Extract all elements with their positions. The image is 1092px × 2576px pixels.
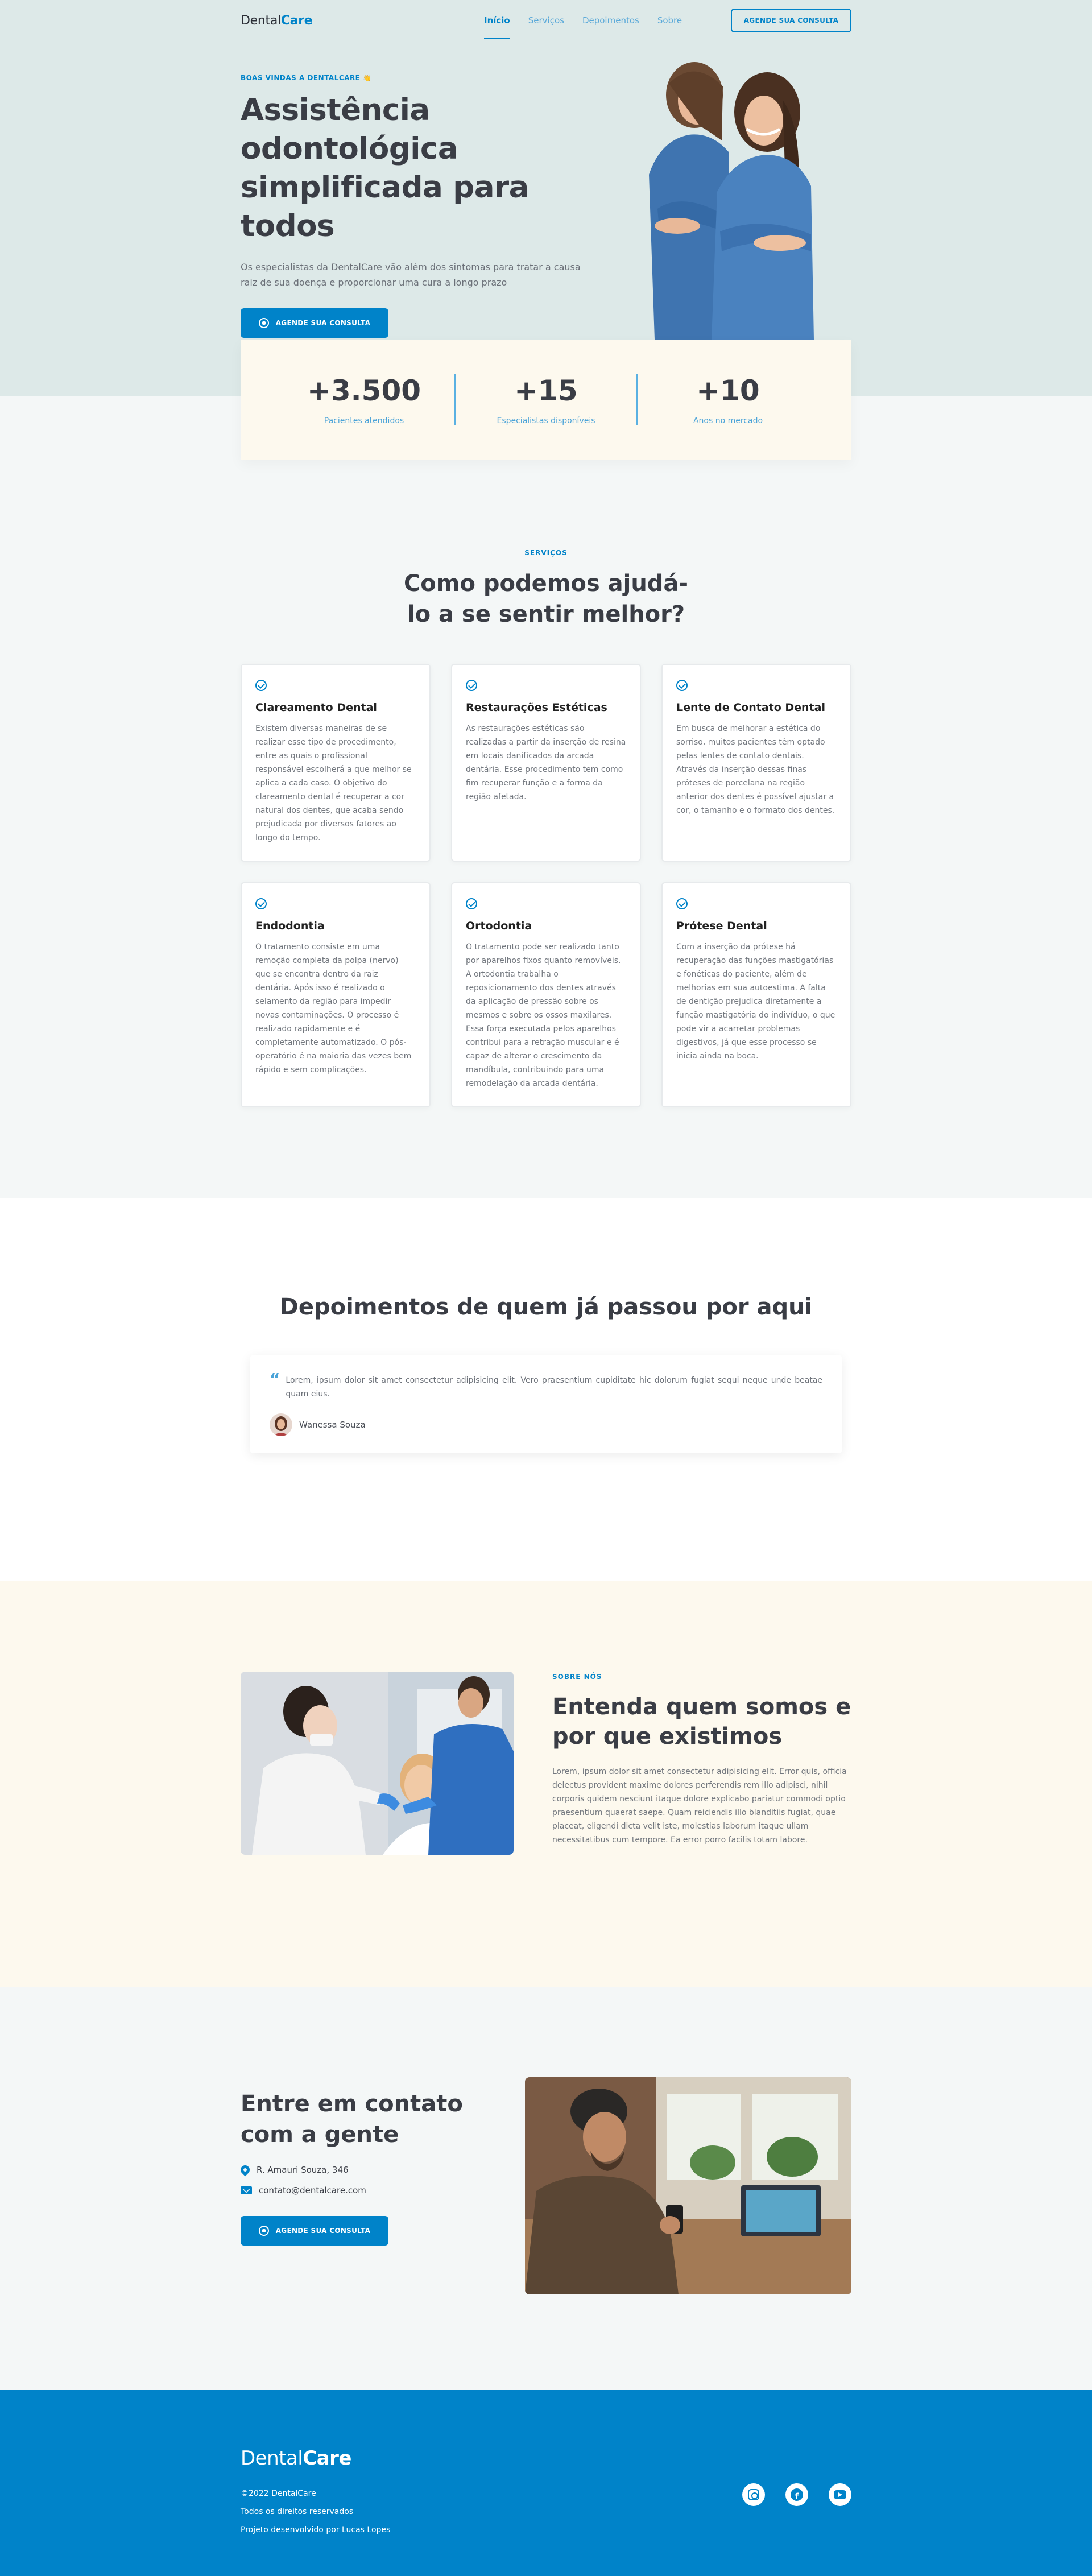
facebook-link[interactable]: f — [785, 2483, 808, 2506]
testimonial-author: Wanessa Souza — [270, 1413, 822, 1436]
footer-rights: Todos os direitos reservados — [241, 2507, 354, 2516]
hero-content: BOAS VINDAS A DENTALCARE 👋 Assistência o… — [241, 74, 605, 338]
services-title: Como podemos ajudá- lo a se sentir melho… — [403, 570, 689, 627]
service-cards-grid: Clareamento Dental Existem diversas mane… — [241, 664, 851, 1107]
contact-email[interactable]: contato@dentalcare.com — [241, 2185, 479, 2195]
contact-title: Entre em contato com a gente — [241, 2091, 463, 2148]
footer-info: DentalCare ©2022 DentalCare Todos os dir… — [241, 2447, 390, 2539]
service-card: Clareamento Dental Existem diversas mane… — [241, 664, 431, 862]
service-card: Restaurações Estéticas As restaurações e… — [451, 664, 641, 862]
testimonial-card: “ Lorem, ipsum dolor sit amet consectetu… — [250, 1355, 842, 1453]
service-card: Ortodontia O tratamento pode ser realiza… — [451, 882, 641, 1107]
logo[interactable]: DentalCare — [241, 14, 313, 28]
services-eyebrow: SERVIÇOS — [524, 549, 568, 557]
check-circle-icon — [255, 680, 267, 691]
services-section: SERVIÇOS Como podemos ajudá- lo a se sen… — [0, 396, 1092, 1198]
service-card: Endodontia O tratamento consiste em uma … — [241, 882, 431, 1107]
nav-link-inicio[interactable]: Início — [484, 0, 510, 41]
facebook-icon: f — [791, 2488, 803, 2501]
whatsapp-icon — [258, 2226, 269, 2236]
about-body: Lorem, ipsum dolor sit amet consectetur … — [552, 1767, 847, 1845]
stat-patients: +3.500 Pacientes atendidos — [307, 374, 421, 425]
contact-section: Entre em contato com a gente R. Amauri S… — [0, 1987, 1092, 2390]
testimonials-title: Depoimentos de quem já passou por aqui — [279, 1294, 813, 1320]
hero-subtitle: Os especialistas da DentalCare vão além … — [241, 262, 581, 288]
check-circle-icon — [255, 898, 267, 909]
contact-address: R. Amauri Souza, 346 — [238, 2163, 479, 2177]
nav-link-sobre[interactable]: Sobre — [657, 0, 682, 41]
hero-schedule-button[interactable]: AGENDE SUA CONSULTA — [241, 308, 388, 338]
check-circle-icon — [676, 680, 688, 691]
service-card: Prótese Dental Com a inserção da prótese… — [661, 882, 851, 1107]
top-navbar: DentalCare Início Serviços Depoimentos S… — [241, 0, 851, 41]
stats-panel: +3.500 Pacientes atendidos +15 Especiali… — [241, 340, 851, 460]
about-eyebrow: SOBRE NÓS — [552, 1673, 602, 1681]
avatar — [270, 1413, 292, 1436]
footer-logo[interactable]: DentalCare — [241, 2447, 390, 2470]
header-schedule-button[interactable]: AGENDE SUA CONSULTA — [731, 9, 851, 32]
footer-copyright: ©2022 DentalCare — [241, 2489, 316, 2498]
mail-icon — [241, 2186, 252, 2194]
testimonials-section: Depoimentos de quem já passou por aqui “… — [0, 1198, 1092, 1581]
check-circle-icon — [466, 680, 477, 691]
check-circle-icon — [676, 898, 688, 909]
location-pin-icon — [238, 2163, 252, 2177]
testimonial-quote: Lorem, ipsum dolor sit amet consectetur … — [286, 1376, 822, 1399]
whatsapp-icon — [258, 318, 269, 328]
about-content: SOBRE NÓS Entenda quem somos e por que e… — [552, 1672, 851, 1847]
about-title: Entenda quem somos e por que existimos — [552, 1694, 851, 1750]
hero-eyebrow: BOAS VINDAS A DENTALCARE 👋 — [241, 74, 372, 82]
contact-content: Entre em contato com a gente R. Amauri S… — [238, 2077, 479, 2294]
main-nav: Início Serviços Depoimentos Sobre — [484, 0, 682, 41]
check-circle-icon — [466, 898, 477, 909]
service-card: Lente de Contato Dental Em busca de melh… — [661, 664, 851, 862]
footer-credits: Projeto desenvolvido por Lucas Lopes — [241, 2525, 391, 2534]
social-links: f — [742, 2483, 851, 2506]
nav-link-servicos[interactable]: Serviços — [528, 0, 564, 41]
youtube-link[interactable] — [829, 2483, 851, 2506]
hero-section: DentalCare Início Serviços Depoimentos S… — [0, 0, 1092, 460]
instagram-link[interactable] — [742, 2483, 765, 2506]
hero-title: Assistência odontológica simplificada pa… — [241, 93, 529, 243]
contact-schedule-button[interactable]: AGENDE SUA CONSULTA — [241, 2216, 388, 2246]
footer: DentalCare ©2022 DentalCare Todos os dir… — [0, 2390, 1092, 2576]
nav-link-depoimentos[interactable]: Depoimentos — [582, 0, 639, 41]
stat-specialists: +15 Especialistas disponíveis — [497, 374, 595, 425]
contact-image-man-phone — [525, 2077, 851, 2294]
stat-years: +10 Anos no mercado — [693, 374, 763, 425]
youtube-icon — [834, 2490, 846, 2499]
quote-icon: “ — [270, 1370, 280, 1388]
instagram-icon — [748, 2489, 759, 2500]
about-section: SOBRE NÓS Entenda quem somos e por que e… — [0, 1581, 1092, 1987]
hero-image-two-women — [615, 61, 830, 340]
about-image-dentist — [241, 1672, 514, 1855]
